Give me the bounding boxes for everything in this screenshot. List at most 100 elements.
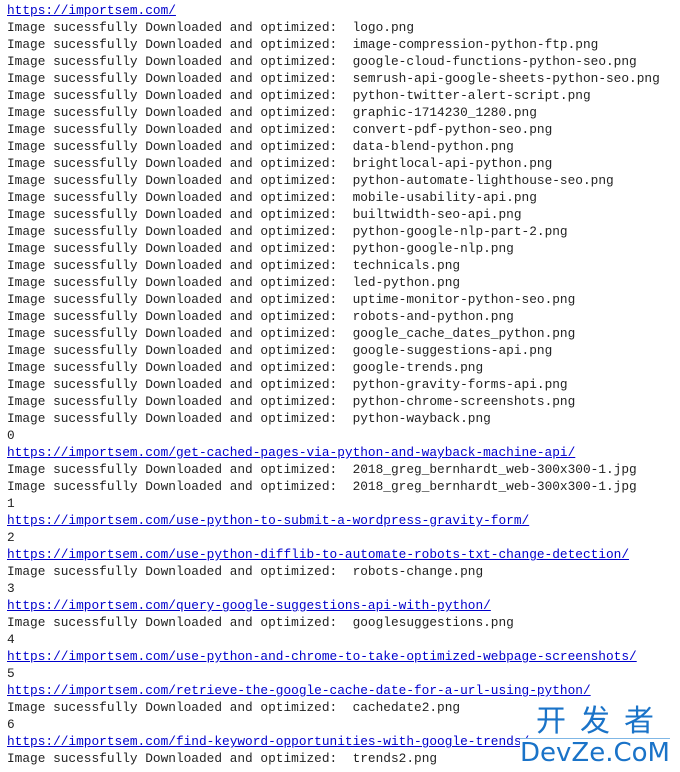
- log-message: Image sucessfully Downloaded and optimiz…: [7, 207, 353, 222]
- index-number: 4: [7, 632, 15, 647]
- url-link[interactable]: https://importsem.com/find-keyword-oppor…: [7, 734, 529, 749]
- log-line-image-optimized: Image sucessfully Downloaded and optimiz…: [7, 138, 660, 155]
- log-line-image-optimized: Image sucessfully Downloaded and optimiz…: [7, 155, 660, 172]
- url-link[interactable]: https://importsem.com/query-google-sugge…: [7, 598, 491, 613]
- image-filename: google_cache_dates_python.png: [352, 326, 576, 341]
- log-line-image-optimized: Image sucessfully Downloaded and optimiz…: [7, 121, 660, 138]
- log-line-url: https://importsem.com/query-google-sugge…: [7, 597, 660, 614]
- log-message: Image sucessfully Downloaded and optimiz…: [7, 564, 353, 579]
- image-filename: brightlocal-api-python.png: [352, 156, 553, 171]
- log-message: Image sucessfully Downloaded and optimiz…: [7, 275, 353, 290]
- log-line-url: https://importsem.com/: [7, 2, 660, 19]
- image-filename: technicals.png: [352, 258, 461, 273]
- url-link[interactable]: https://importsem.com/: [7, 3, 176, 18]
- log-message: Image sucessfully Downloaded and optimiz…: [7, 37, 353, 52]
- watermark-latin-text: DevZe.CoM: [520, 738, 670, 768]
- log-line-index: 4: [7, 631, 660, 648]
- image-filename: python-google-nlp.png: [352, 241, 514, 256]
- image-filename: cachedate2.png: [352, 700, 461, 715]
- log-line-image-optimized: Image sucessfully Downloaded and optimiz…: [7, 478, 660, 495]
- image-filename: python-twitter-alert-script.png: [352, 88, 591, 103]
- watermark-logo: 开发者 DevZe.CoM: [520, 706, 670, 767]
- log-line-image-optimized: Image sucessfully Downloaded and optimiz…: [7, 172, 660, 189]
- log-message: Image sucessfully Downloaded and optimiz…: [7, 309, 353, 324]
- log-line-url: https://importsem.com/use-python-and-chr…: [7, 648, 660, 665]
- log-line-image-optimized: Image sucessfully Downloaded and optimiz…: [7, 70, 660, 87]
- log-line-url: https://importsem.com/use-python-to-subm…: [7, 512, 660, 529]
- log-line-image-optimized: Image sucessfully Downloaded and optimiz…: [7, 342, 660, 359]
- image-filename: data-blend-python.png: [352, 139, 514, 154]
- log-message: Image sucessfully Downloaded and optimiz…: [7, 292, 353, 307]
- log-message: Image sucessfully Downloaded and optimiz…: [7, 156, 353, 171]
- log-message: Image sucessfully Downloaded and optimiz…: [7, 88, 353, 103]
- log-line-image-optimized: Image sucessfully Downloaded and optimiz…: [7, 257, 660, 274]
- log-line-image-optimized: Image sucessfully Downloaded and optimiz…: [7, 563, 660, 580]
- log-line-image-optimized: Image sucessfully Downloaded and optimiz…: [7, 410, 660, 427]
- log-line-image-optimized: Image sucessfully Downloaded and optimiz…: [7, 104, 660, 121]
- log-message: Image sucessfully Downloaded and optimiz…: [7, 479, 353, 494]
- log-line-image-optimized: Image sucessfully Downloaded and optimiz…: [7, 36, 660, 53]
- log-line-image-optimized: Image sucessfully Downloaded and optimiz…: [7, 19, 660, 36]
- index-number: 0: [7, 428, 15, 443]
- image-filename: image-compression-python-ftp.png: [352, 37, 599, 52]
- log-message: Image sucessfully Downloaded and optimiz…: [7, 462, 353, 477]
- log-message: Image sucessfully Downloaded and optimiz…: [7, 241, 353, 256]
- log-line-index: 3: [7, 580, 660, 597]
- log-line-index: 0: [7, 427, 660, 444]
- log-message: Image sucessfully Downloaded and optimiz…: [7, 122, 353, 137]
- log-message: Image sucessfully Downloaded and optimiz…: [7, 377, 353, 392]
- log-line-url: https://importsem.com/use-python-difflib…: [7, 546, 660, 563]
- log-line-image-optimized: Image sucessfully Downloaded and optimiz…: [7, 461, 660, 478]
- log-line-image-optimized: Image sucessfully Downloaded and optimiz…: [7, 359, 660, 376]
- log-line-image-optimized: Image sucessfully Downloaded and optimiz…: [7, 291, 660, 308]
- image-filename: python-gravity-forms-api.png: [352, 377, 568, 392]
- image-filename: python-google-nlp-part-2.png: [352, 224, 568, 239]
- image-filename: google-suggestions-api.png: [352, 343, 553, 358]
- url-link[interactable]: https://importsem.com/get-cached-pages-v…: [7, 445, 575, 460]
- image-filename: builtwidth-seo-api.png: [352, 207, 522, 222]
- log-message: Image sucessfully Downloaded and optimiz…: [7, 615, 353, 630]
- url-link[interactable]: https://importsem.com/use-python-to-subm…: [7, 513, 529, 528]
- url-link[interactable]: https://importsem.com/use-python-and-chr…: [7, 649, 637, 664]
- log-line-image-optimized: Image sucessfully Downloaded and optimiz…: [7, 393, 660, 410]
- image-filename: trends2.png: [352, 751, 438, 766]
- image-filename: uptime-monitor-python-seo.png: [352, 292, 576, 307]
- image-filename: graphic-1714230_1280.png: [352, 105, 537, 120]
- url-link[interactable]: https://importsem.com/use-python-difflib…: [7, 547, 629, 562]
- log-message: Image sucessfully Downloaded and optimiz…: [7, 20, 353, 35]
- log-line-image-optimized: Image sucessfully Downloaded and optimiz…: [7, 223, 660, 240]
- log-message: Image sucessfully Downloaded and optimiz…: [7, 326, 353, 341]
- index-number: 6: [7, 717, 15, 732]
- watermark-chinese-text: 开发者: [536, 704, 668, 739]
- log-line-image-optimized: Image sucessfully Downloaded and optimiz…: [7, 206, 660, 223]
- image-filename: google-trends.png: [352, 360, 484, 375]
- log-line-image-optimized: Image sucessfully Downloaded and optimiz…: [7, 189, 660, 206]
- log-message: Image sucessfully Downloaded and optimiz…: [7, 71, 353, 86]
- image-filename: python-chrome-screenshots.png: [352, 394, 576, 409]
- log-message: Image sucessfully Downloaded and optimiz…: [7, 173, 353, 188]
- log-message: Image sucessfully Downloaded and optimiz…: [7, 258, 353, 273]
- log-line-image-optimized: Image sucessfully Downloaded and optimiz…: [7, 87, 660, 104]
- index-number: 3: [7, 581, 15, 596]
- log-message: Image sucessfully Downloaded and optimiz…: [7, 700, 353, 715]
- log-line-image-optimized: Image sucessfully Downloaded and optimiz…: [7, 376, 660, 393]
- log-message: Image sucessfully Downloaded and optimiz…: [7, 224, 353, 239]
- console-output: https://importsem.com/Image sucessfully …: [7, 2, 660, 767]
- log-message: Image sucessfully Downloaded and optimiz…: [7, 751, 353, 766]
- log-message: Image sucessfully Downloaded and optimiz…: [7, 394, 353, 409]
- index-number: 5: [7, 666, 15, 681]
- image-filename: googlesuggestions.png: [352, 615, 514, 630]
- image-filename: led-python.png: [352, 275, 461, 290]
- log-line-url: https://importsem.com/get-cached-pages-v…: [7, 444, 660, 461]
- image-filename: robots-and-python.png: [352, 309, 514, 324]
- image-filename: python-automate-lighthouse-seo.png: [352, 173, 614, 188]
- image-filename: robots-change.png: [352, 564, 484, 579]
- log-line-index: 1: [7, 495, 660, 512]
- log-line-image-optimized: Image sucessfully Downloaded and optimiz…: [7, 240, 660, 257]
- url-link[interactable]: https://importsem.com/retrieve-the-googl…: [7, 683, 591, 698]
- log-message: Image sucessfully Downloaded and optimiz…: [7, 190, 353, 205]
- log-line-image-optimized: Image sucessfully Downloaded and optimiz…: [7, 274, 660, 291]
- log-message: Image sucessfully Downloaded and optimiz…: [7, 360, 353, 375]
- log-message: Image sucessfully Downloaded and optimiz…: [7, 411, 353, 426]
- log-line-image-optimized: Image sucessfully Downloaded and optimiz…: [7, 325, 660, 342]
